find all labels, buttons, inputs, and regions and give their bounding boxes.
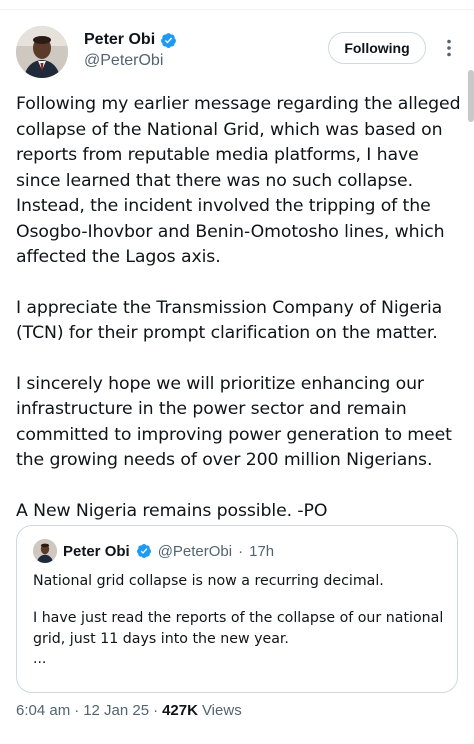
tweet-paragraph: A New Nigeria remains possible. -PO (16, 500, 328, 521)
quoted-author-handle: @PeterObi (157, 542, 233, 560)
quoted-author-avatar (33, 539, 57, 563)
top-divider (0, 0, 474, 10)
author-handle[interactable]: @PeterObi (84, 52, 177, 70)
tweet-paragraph: Following my earlier message regarding t… (16, 94, 461, 267)
tweet-meta: 6:04 am · 12 Jan 25 · 427K Views (16, 702, 242, 719)
quoted-paragraph: I have just read the reports of the coll… (33, 610, 444, 647)
tweet-header: Peter Obi @PeterObi Following (16, 26, 458, 82)
verified-badge-icon (136, 544, 151, 558)
quoted-tweet-card[interactable]: Peter Obi @PeterObi · 17h National grid … (16, 525, 458, 693)
tweet-time[interactable]: 6:04 am (16, 702, 70, 719)
quoted-author-name: Peter Obi (63, 542, 130, 560)
verified-badge-icon (161, 32, 177, 48)
quoted-tweet-text: National grid collapse is now a recurrin… (33, 571, 445, 666)
meta-separator: · (74, 702, 80, 719)
views-count: 427K (162, 702, 198, 719)
more-options-icon[interactable] (440, 39, 458, 57)
author-display-name[interactable]: Peter Obi (84, 31, 155, 49)
tweet-date[interactable]: 12 Jan 25 (83, 702, 149, 719)
author-avatar[interactable] (16, 26, 68, 78)
meta-separator: · (153, 702, 159, 719)
quoted-separator: · (238, 542, 244, 560)
tweet-text: Following my earlier message regarding t… (16, 92, 464, 549)
quoted-ellipsis: ... (33, 651, 47, 667)
quoted-timestamp: 17h (249, 542, 275, 560)
quoted-paragraph: National grid collapse is now a recurrin… (33, 573, 384, 589)
tweet-paragraph: I sincerely hope we will prioritize enha… (16, 373, 452, 471)
tweet-paragraph: I appreciate the Transmission Company of… (16, 297, 443, 344)
views-label: Views (201, 702, 242, 719)
scrollbar-thumb[interactable] (468, 70, 474, 122)
following-button[interactable]: Following (328, 32, 426, 64)
